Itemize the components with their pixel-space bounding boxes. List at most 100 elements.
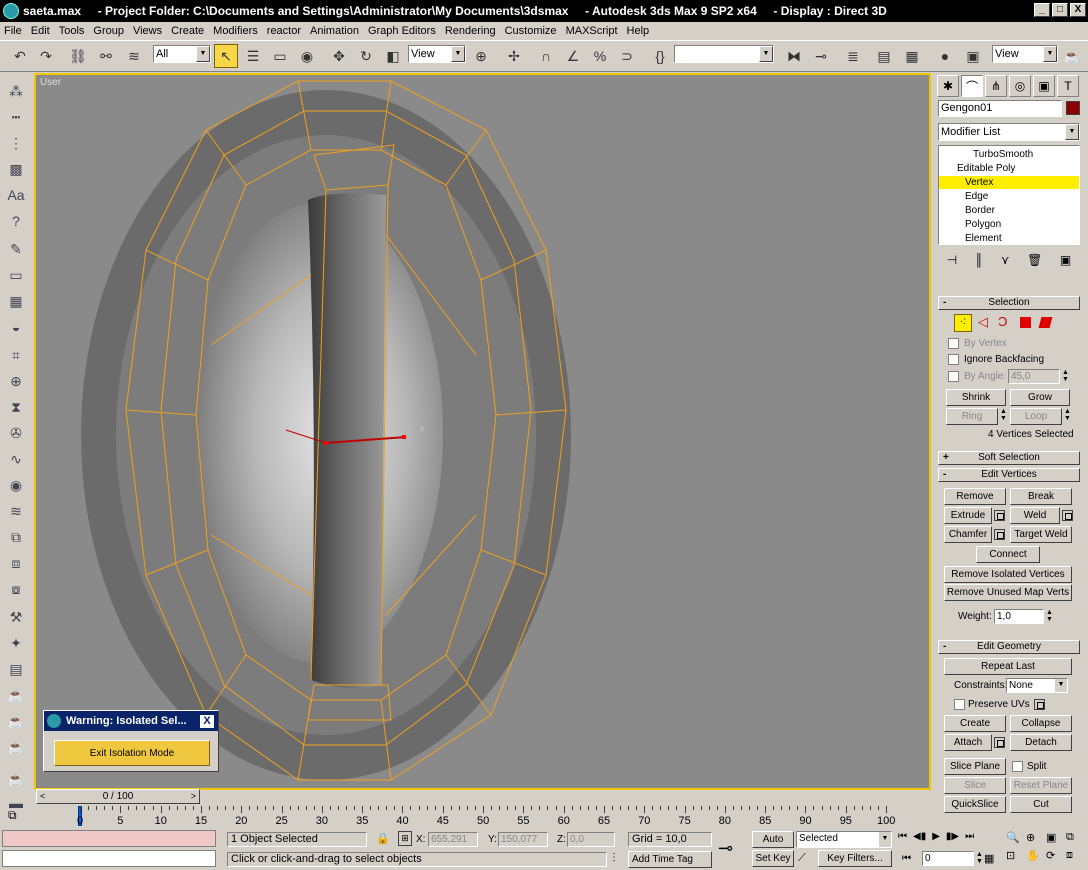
key-filters-button[interactable]: Key Filters... (818, 850, 892, 867)
by-angle-checkbox[interactable] (948, 371, 959, 382)
curve-editor-icon[interactable]: ▤ (872, 44, 896, 68)
angle-snap-icon[interactable]: ∠ (561, 44, 585, 68)
element-mode-icon[interactable] (1038, 317, 1053, 328)
y-coordinate-field[interactable]: 150,077 (498, 832, 548, 847)
pan-icon[interactable]: ✋ (1026, 849, 1046, 862)
object-name-field[interactable]: Gengon01 (938, 100, 1062, 117)
menu-file[interactable]: File (4, 25, 22, 37)
teapot-active-icon[interactable]: ☕ (5, 736, 27, 758)
set-key-button[interactable]: Set Key (752, 850, 794, 867)
pivot-center-icon[interactable]: ⊕ (469, 44, 493, 68)
menu-create[interactable]: Create (171, 25, 204, 37)
time-slider-thumb[interactable]: < 0 / 100 > (36, 789, 200, 804)
menu-views[interactable]: Views (133, 25, 162, 37)
time-config-icon[interactable]: ▦ (984, 852, 994, 865)
rectangular-selection-icon[interactable]: ▭ (268, 44, 292, 68)
wand-icon[interactable]: ✦ (5, 632, 27, 654)
current-frame-spinner[interactable]: ▲ ▼ (976, 851, 983, 865)
bind-space-warp-icon[interactable]: ≋ (122, 44, 146, 68)
redo-icon[interactable]: ↷ (34, 44, 58, 68)
key-mode-toggle-icon[interactable]: ⏮ (902, 853, 911, 864)
maximize-viewport-icon[interactable]: ⧈ (1066, 849, 1086, 862)
soft-selection-header[interactable]: + Soft Selection (938, 451, 1080, 465)
connect-button[interactable]: Connect (976, 546, 1040, 563)
nodes-icon[interactable]: ⋮ (5, 132, 27, 154)
collapse-button[interactable]: Collapse (1010, 715, 1072, 732)
teapot-render-icon[interactable]: ☕ (5, 710, 27, 732)
previous-frame-icon[interactable]: ◀▮ (913, 831, 926, 842)
zoom-all-icon[interactable]: ⊕ (1026, 831, 1046, 844)
help-icon[interactable]: ? (5, 210, 27, 232)
render-setup-icon[interactable]: ▣ (961, 44, 985, 68)
menu-help[interactable]: Help (627, 25, 650, 37)
stack-item-element[interactable]: Element (939, 232, 1079, 245)
select-and-link-icon[interactable]: ⛓ (66, 44, 90, 68)
key-icon[interactable]: ⊸ (718, 838, 733, 859)
mini-curve-editor-icon[interactable]: ⧉ (8, 808, 17, 823)
chevron-right-icon[interactable]: > (191, 790, 196, 803)
loop-button[interactable]: Loop (1010, 408, 1062, 425)
paint-icon[interactable]: ✇ (5, 422, 27, 444)
absolute-mode-icon[interactable]: ⊞ (398, 831, 412, 846)
grid-icon[interactable]: ▦ (5, 290, 27, 312)
border-mode-icon[interactable]: Ͻ (998, 314, 1007, 329)
zoom-icon[interactable]: 🔍 (1006, 831, 1026, 844)
weld-settings-icon[interactable] (1062, 510, 1073, 521)
add-time-tag-button[interactable]: Add Time Tag (628, 851, 712, 868)
edge-mode-icon[interactable]: ◁ (978, 314, 988, 330)
target-weld-button[interactable]: Target Weld (1010, 526, 1072, 543)
by-angle-spinner[interactable]: ▲ ▼ (1062, 369, 1069, 383)
utilities-tab-icon[interactable]: T (1057, 75, 1079, 97)
reset-plane-button[interactable]: Reset Plane (1010, 777, 1072, 794)
display-tab-icon[interactable]: ▣ (1033, 75, 1055, 97)
create-button[interactable]: Create (944, 715, 1006, 732)
current-frame-field[interactable]: 0 (922, 851, 974, 866)
show-end-result-icon[interactable]: ║ (975, 253, 984, 273)
select-object-icon[interactable]: ↖ (214, 44, 238, 68)
by-angle-field[interactable]: 45,0 (1008, 369, 1060, 384)
play-icon[interactable]: ▶ (932, 831, 940, 842)
mirror-icon[interactable]: ⧓ (782, 44, 806, 68)
modifier-list-dropdown[interactable]: Modifier List ▼ (938, 123, 1080, 141)
stack-item-turbosmooth[interactable]: TurboSmooth (939, 148, 1079, 161)
weld-button[interactable]: Weld (1010, 507, 1060, 524)
menu-graph-editors[interactable]: Graph Editors (368, 25, 436, 37)
percent-snap-icon[interactable]: % (588, 44, 612, 68)
cut-button[interactable]: Cut (1010, 796, 1072, 813)
repeat-last-button[interactable]: Repeat Last (944, 658, 1072, 675)
preserve-uvs-checkbox[interactable] (954, 699, 965, 710)
vertex-mode-icon[interactable]: ·: (954, 314, 972, 332)
app-icon[interactable] (3, 3, 19, 19)
by-vertex-checkbox[interactable] (948, 338, 959, 349)
polygon-mode-icon[interactable] (1020, 317, 1031, 328)
render-view-dropdown[interactable]: View ▼ (992, 45, 1058, 63)
time-slider[interactable]: < 0 / 100 > (34, 789, 931, 805)
key-tangent-icon[interactable]: ⟋ (798, 852, 806, 865)
tools-icon[interactable]: ⚒ (5, 606, 27, 628)
stack-icon[interactable]: ⧈ (5, 552, 27, 574)
constraints-dropdown[interactable]: None ▼ (1006, 678, 1068, 693)
maxscript-listener-mini[interactable] (2, 830, 216, 847)
viewport-label[interactable]: User (40, 77, 61, 88)
stack-item-border[interactable]: Border (939, 204, 1079, 217)
x-coordinate-field[interactable]: 655,291 (428, 832, 478, 847)
stack-item-vertex[interactable]: Vertex (939, 176, 1079, 189)
detach-button[interactable]: Detach (1010, 734, 1072, 751)
loop-spinner[interactable]: ▲ ▼ (1064, 408, 1071, 422)
next-frame-icon[interactable]: ▮▶ (946, 831, 959, 842)
menu-reactor[interactable]: reactor (267, 25, 301, 37)
extrude-button[interactable]: Extrude (944, 507, 992, 524)
ruler-icon[interactable]: ┅ (5, 106, 27, 128)
weight-spinner[interactable]: ▲ ▼ (1046, 609, 1053, 623)
cloth-icon[interactable]: ⧇ (5, 578, 27, 600)
maxscript-input[interactable] (2, 850, 216, 867)
split-checkbox[interactable] (1012, 761, 1023, 772)
teapot-small-icon[interactable]: ☕ (5, 768, 27, 790)
render-frame-icon[interactable]: ▤ (5, 658, 27, 680)
ignore-backfacing-checkbox[interactable] (948, 354, 959, 365)
material-editor-icon[interactable]: ● (933, 44, 957, 68)
menu-tools[interactable]: Tools (59, 25, 85, 37)
configure-sets-icon[interactable]: ▣ (1060, 253, 1071, 273)
stack-item-editable-poly[interactable]: Editable Poly (939, 162, 1079, 175)
abc-icon[interactable]: Aa (5, 184, 27, 206)
